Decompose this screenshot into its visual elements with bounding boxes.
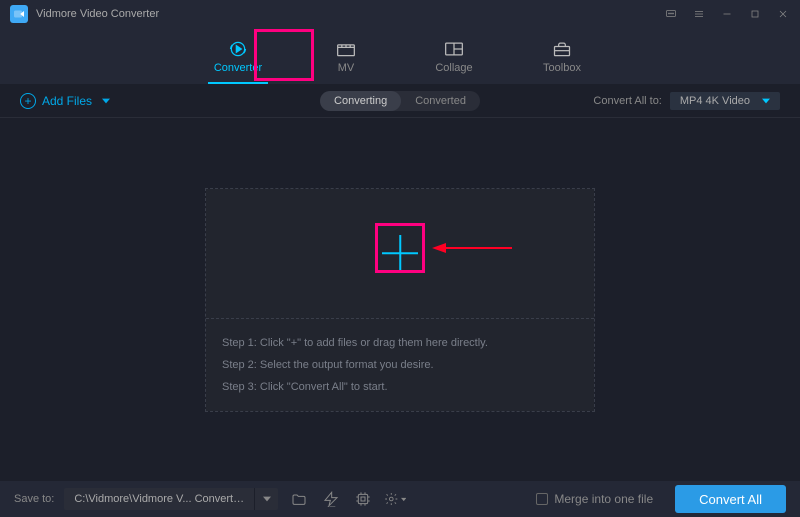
output-format-value: MP4 4K Video bbox=[680, 95, 750, 107]
output-format-select[interactable]: MP4 4K Video bbox=[670, 92, 780, 110]
settings-icon[interactable] bbox=[384, 488, 406, 510]
segment-converted[interactable]: Converted bbox=[401, 91, 480, 111]
close-icon[interactable] bbox=[776, 7, 790, 21]
add-files-label: Add Files bbox=[42, 94, 92, 108]
plus-circle-icon: + bbox=[20, 93, 36, 109]
add-files-button[interactable]: + Add Files bbox=[20, 93, 110, 109]
convert-all-button[interactable]: Convert All bbox=[675, 485, 786, 513]
tab-converter[interactable]: Converter bbox=[208, 36, 268, 84]
hint-step: Step 1: Click "+" to add files or drag t… bbox=[222, 337, 578, 349]
merge-label: Merge into one file bbox=[554, 492, 653, 506]
tab-label: MV bbox=[338, 62, 355, 74]
chevron-down-icon[interactable] bbox=[254, 488, 278, 510]
dropzone-target[interactable] bbox=[206, 189, 594, 319]
segment-converting[interactable]: Converting bbox=[320, 91, 401, 111]
main-tabs: Converter MV Collage Toolbox bbox=[0, 28, 800, 84]
minimize-icon[interactable] bbox=[720, 7, 734, 21]
hint-step: Step 2: Select the output format you des… bbox=[222, 359, 578, 371]
chevron-down-icon bbox=[102, 98, 110, 104]
app-logo bbox=[10, 5, 28, 23]
bottom-bar: Save to: C:\Vidmore\Vidmore V... Convert… bbox=[0, 481, 800, 517]
checkbox-icon bbox=[536, 493, 548, 505]
main-area: Step 1: Click "+" to add files or drag t… bbox=[0, 118, 800, 481]
svg-text:OFF: OFF bbox=[327, 506, 336, 507]
tab-mv[interactable]: MV bbox=[316, 36, 376, 84]
converter-icon bbox=[228, 40, 248, 58]
open-folder-icon[interactable] bbox=[288, 488, 310, 510]
tab-toolbox[interactable]: Toolbox bbox=[532, 36, 592, 84]
hardware-accel-icon[interactable]: OFF bbox=[320, 488, 342, 510]
status-segment: Converting Converted bbox=[320, 91, 480, 111]
menu-icon[interactable] bbox=[692, 7, 706, 21]
tab-collage[interactable]: Collage bbox=[424, 36, 484, 84]
plus-icon[interactable] bbox=[380, 233, 420, 273]
collage-icon bbox=[444, 40, 464, 58]
feedback-icon[interactable] bbox=[664, 7, 678, 21]
app-title: Vidmore Video Converter bbox=[36, 8, 159, 20]
dropzone[interactable]: Step 1: Click "+" to add files or drag t… bbox=[205, 188, 595, 412]
convert-all-to: Convert All to: MP4 4K Video bbox=[593, 92, 780, 110]
convert-all-to-label: Convert All to: bbox=[593, 95, 661, 107]
window-controls bbox=[664, 7, 790, 21]
tab-label: Collage bbox=[435, 62, 472, 74]
tab-label: Converter bbox=[214, 62, 262, 74]
save-path-select[interactable]: C:\Vidmore\Vidmore V... Converter\Conver… bbox=[64, 488, 278, 510]
hint-step: Step 3: Click "Convert All" to start. bbox=[222, 381, 578, 393]
chevron-down-icon bbox=[762, 98, 770, 104]
save-to-label: Save to: bbox=[14, 493, 54, 505]
dropzone-hints: Step 1: Click "+" to add files or drag t… bbox=[206, 319, 594, 411]
merge-checkbox[interactable]: Merge into one file bbox=[536, 492, 653, 506]
toolbox-icon bbox=[552, 40, 572, 58]
tab-label: Toolbox bbox=[543, 62, 581, 74]
gpu-icon[interactable] bbox=[352, 488, 374, 510]
maximize-icon[interactable] bbox=[748, 7, 762, 21]
mv-icon bbox=[336, 40, 356, 58]
title-bar: Vidmore Video Converter bbox=[0, 0, 800, 28]
save-path-value: C:\Vidmore\Vidmore V... Converter\Conver… bbox=[64, 493, 254, 505]
sub-toolbar: + Add Files Converting Converted Convert… bbox=[0, 84, 800, 118]
